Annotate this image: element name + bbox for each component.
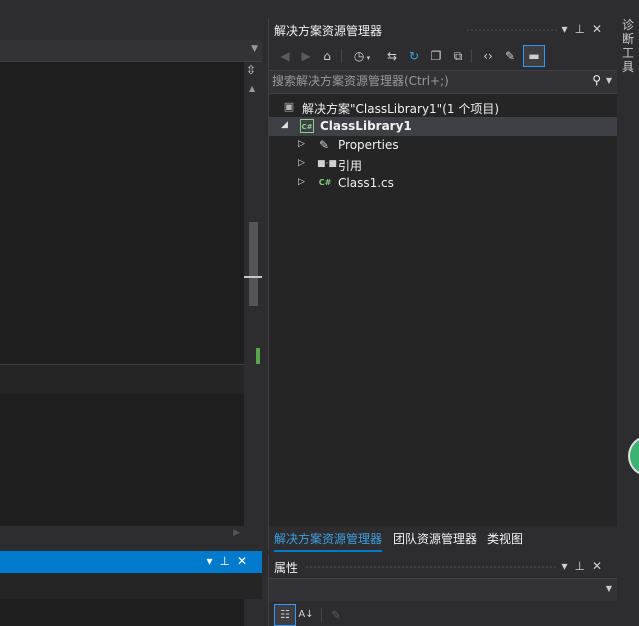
window-position-dropdown-icon[interactable]: ▾	[206, 554, 219, 568]
tree-item-label: ClassLibrary1	[320, 119, 412, 133]
code-editor-lower[interactable]	[0, 394, 244, 526]
bottom-tool-window-title-bar[interactable]: ▾⊥✕	[0, 551, 262, 573]
tree-item-project[interactable]: ◢ C# ClassLibrary1	[269, 117, 617, 136]
tree-item-label: 引用	[338, 159, 363, 173]
alphabetical-icon[interactable]: A↓	[297, 606, 315, 624]
tree-item-solution[interactable]: ▣ 解决方案"ClassLibrary1"(1 个项目)	[269, 98, 617, 117]
title-bar-grip	[305, 565, 557, 570]
solution-explorer-title-bar[interactable]: 解决方案资源管理器 ▾⊥✕	[269, 18, 617, 42]
close-icon[interactable]: ✕	[592, 559, 609, 573]
solution-explorer-panel: 解决方案资源管理器 ▾⊥✕ ◀ ▶ ⌂ ◷ ▾ ⇆ ↻ ❐ ⧉ ‹› ✎ ▬ ⚲…	[268, 18, 617, 552]
collapse-all-icon[interactable]: ❐	[427, 47, 445, 65]
window-position-dropdown-icon[interactable]: ▾	[561, 22, 574, 36]
solution-icon: ▣	[283, 100, 295, 113]
toolbar-separator	[471, 49, 472, 63]
properties-panel: 属性 ▾⊥✕ ▼ ☷ A↓ ✎	[268, 555, 617, 626]
search-icon[interactable]: ⚲	[592, 73, 601, 87]
pin-icon[interactable]: ⊥	[219, 554, 236, 568]
properties-toolbar: ☷ A↓ ✎	[269, 601, 617, 626]
search-options-dropdown-icon[interactable]: ▼	[606, 76, 612, 85]
scroll-right-icon[interactable]: ▶	[233, 528, 240, 538]
pin-icon[interactable]: ⊥	[574, 559, 591, 573]
refresh-icon[interactable]: ↻	[405, 47, 423, 65]
property-pages-icon[interactable]: ✎	[327, 606, 345, 624]
collapsed-arrow-icon[interactable]: ▷	[298, 158, 305, 168]
tree-item-properties[interactable]: ▷ ✎ Properties	[269, 136, 617, 155]
solution-explorer-toolbar: ◀ ▶ ⌂ ◷ ▾ ⇆ ↻ ❐ ⧉ ‹› ✎ ▬	[269, 42, 617, 70]
scroll-up-icon[interactable]: ▲	[249, 84, 255, 93]
csharp-project-icon: C#	[300, 119, 314, 133]
search-input[interactable]	[272, 73, 572, 89]
navigation-dropdown-icon[interactable]: ▼	[251, 44, 258, 54]
editor-divider	[0, 364, 244, 396]
references-icon: ■·■	[317, 159, 337, 169]
show-all-files-icon[interactable]: ⧉	[449, 47, 467, 65]
tree-item-class1[interactable]: ▷ C# Class1.cs	[269, 174, 617, 193]
collapsed-arrow-icon[interactable]: ▷	[298, 139, 305, 149]
properties-title-bar[interactable]: 属性 ▾⊥✕	[269, 555, 617, 578]
scrollbar-thumb[interactable]	[249, 222, 258, 306]
close-icon[interactable]: ✕	[592, 22, 609, 36]
categorized-icon[interactable]: ☷	[274, 604, 296, 626]
collapsed-arrow-icon[interactable]: ▷	[298, 177, 305, 187]
notification-badge-icon[interactable]	[628, 436, 639, 476]
code-editor[interactable]	[0, 62, 244, 364]
tree-item-references[interactable]: ▷ ■·■ 引用	[269, 155, 617, 174]
editor-vertical-scrollbar[interactable]: ▲	[244, 62, 262, 526]
home-icon[interactable]: ⌂	[318, 47, 336, 65]
bottom-tool-window-toolbar	[0, 573, 262, 599]
scrollbar-change-marker	[256, 348, 260, 364]
csharp-file-icon: C#	[318, 178, 332, 187]
window-position-dropdown-icon[interactable]: ▾	[561, 559, 574, 573]
pending-changes-filter-icon[interactable]: ◷ ▾	[349, 47, 375, 65]
preview-selected-items-icon[interactable]: ▬	[523, 45, 545, 67]
close-icon[interactable]: ✕	[237, 554, 254, 568]
view-code-icon[interactable]: ‹›	[479, 47, 497, 65]
toolbar-separator	[341, 49, 342, 63]
tab-class-view[interactable]: 类视图	[487, 530, 523, 547]
properties-title: 属性	[274, 561, 299, 575]
properties-wrench-icon[interactable]: ✎	[501, 47, 519, 65]
pin-icon[interactable]: ⊥	[574, 22, 591, 36]
tree-item-label: 解决方案"ClassLibrary1"(1 个项目)	[302, 102, 500, 116]
bottom-tool-window-scrollbar[interactable]	[244, 599, 262, 626]
expanded-arrow-icon[interactable]: ◢	[281, 120, 288, 130]
editor-horizontal-scrollbar[interactable]: ▶	[0, 526, 244, 551]
properties-object-selector[interactable]: ▼	[269, 578, 617, 602]
scrollbar-caret-marker	[244, 276, 262, 278]
chevron-down-icon[interactable]: ▼	[606, 584, 612, 593]
tree-item-label: Class1.cs	[338, 176, 394, 190]
split-window-icon[interactable]: ⇳	[246, 63, 256, 77]
solution-explorer-search-box[interactable]: ⚲ ▼	[269, 70, 617, 94]
tab-solution-explorer[interactable]: 解决方案资源管理器	[274, 530, 383, 552]
side-tool-strip: 诊断工具	[619, 0, 639, 626]
bottom-tool-window-content	[0, 599, 244, 626]
back-icon[interactable]: ◀	[276, 47, 294, 65]
tab-team-explorer[interactable]: 团队资源管理器	[393, 530, 477, 547]
title-bar-grip	[466, 28, 557, 33]
toolbar-separator	[321, 608, 322, 622]
editor-navigation-bar[interactable]: ▼	[0, 40, 262, 62]
diagnostic-tools-tab[interactable]: 诊断工具	[622, 18, 636, 74]
solution-explorer-tab-strip: 解决方案资源管理器 团队资源管理器 类视图	[269, 526, 617, 552]
wrench-icon: ✎	[318, 138, 330, 152]
tree-item-label: Properties	[338, 138, 399, 152]
solution-explorer-title: 解决方案资源管理器	[274, 24, 383, 38]
sync-with-active-document-icon[interactable]: ⇆	[383, 47, 401, 65]
forward-icon[interactable]: ▶	[297, 47, 315, 65]
